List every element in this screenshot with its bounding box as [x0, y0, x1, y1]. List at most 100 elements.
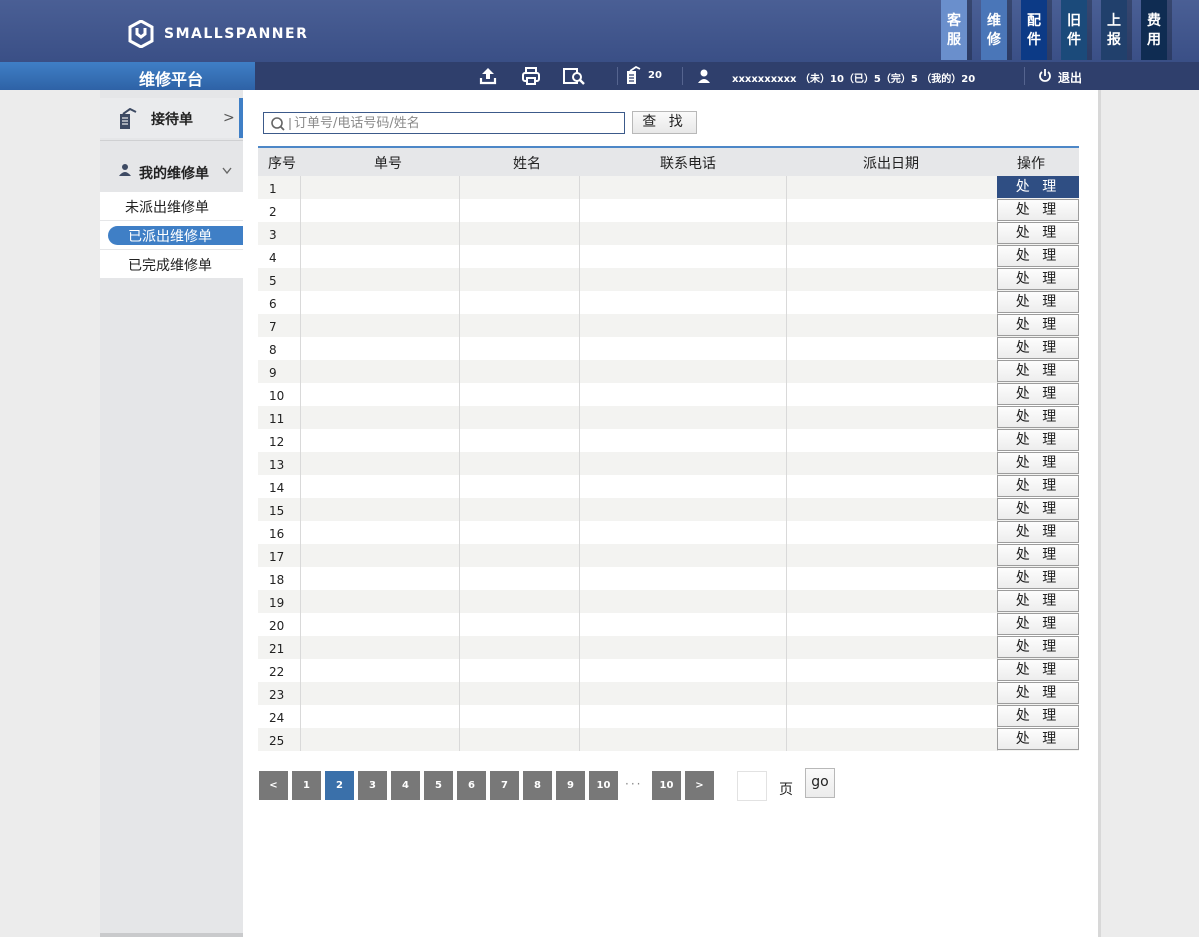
column-divider — [459, 429, 460, 452]
process-button[interactable]: 处 理 — [997, 245, 1079, 267]
column-header-name: 姓名 — [513, 156, 541, 172]
row-index: 14 — [269, 481, 285, 495]
row-index: 15 — [269, 504, 285, 518]
top-header: SMALLSPANNER 客服维修配件旧件上报费用 — [0, 0, 1199, 62]
column-divider — [786, 222, 787, 245]
column-divider — [300, 590, 301, 613]
process-button[interactable]: 处 理 — [997, 544, 1079, 566]
process-button[interactable]: 处 理 — [997, 199, 1079, 221]
brand-tab: 维修平台 — [0, 62, 255, 90]
process-button[interactable]: 处 理 — [997, 406, 1079, 428]
process-button[interactable]: 处 理 — [997, 475, 1079, 497]
page-prev-button[interactable]: < — [259, 771, 288, 800]
page-number-button[interactable]: 5 — [424, 771, 453, 800]
process-button[interactable]: 处 理 — [997, 360, 1079, 382]
column-divider — [786, 544, 787, 567]
page-number-button[interactable]: 3 — [358, 771, 387, 800]
page-last-button[interactable]: 10 — [652, 771, 681, 800]
column-divider — [459, 222, 460, 245]
column-divider — [300, 314, 301, 337]
page-number-button[interactable]: 4 — [391, 771, 420, 800]
process-button[interactable]: 处 理 — [997, 222, 1079, 244]
column-header-dispatch-date: 派出日期 — [863, 156, 919, 172]
nav-tab-char: 件 — [1067, 32, 1081, 48]
process-button[interactable]: 处 理 — [997, 728, 1079, 750]
process-button[interactable]: 处 理 — [997, 383, 1079, 405]
platform-title: 维修平台 — [139, 70, 204, 89]
row-index: 3 — [269, 228, 277, 242]
process-button[interactable]: 处 理 — [997, 613, 1079, 635]
user-icon — [119, 164, 131, 176]
process-button[interactable]: 处 理 — [997, 268, 1079, 290]
process-button[interactable]: 处 理 — [997, 176, 1079, 198]
table-row: 8 处 理 — [258, 337, 1079, 360]
nav-tab-char: 旧 — [1067, 13, 1081, 29]
column-divider — [786, 245, 787, 268]
process-button[interactable]: 处 理 — [997, 636, 1079, 658]
column-divider — [786, 314, 787, 337]
page-next-button[interactable]: > — [685, 771, 714, 800]
column-divider — [300, 222, 301, 245]
process-button[interactable]: 处 理 — [997, 291, 1079, 313]
column-divider — [300, 383, 301, 406]
process-button[interactable]: 处 理 — [997, 429, 1079, 451]
preview-icon[interactable] — [562, 66, 586, 86]
process-button[interactable]: 处 理 — [997, 452, 1079, 474]
sidebar-item-my-orders[interactable]: 我的维修单 — [100, 156, 243, 186]
table-row: 14 处 理 — [258, 475, 1079, 498]
row-index: 11 — [269, 412, 285, 426]
process-button[interactable]: 处 理 — [997, 498, 1079, 520]
go-button[interactable]: go — [805, 768, 835, 798]
page-number-button[interactable]: 10 — [589, 771, 618, 800]
table-row: 13 处 理 — [258, 452, 1079, 475]
process-button[interactable]: 处 理 — [997, 521, 1079, 543]
column-divider — [786, 291, 787, 314]
column-divider — [459, 728, 460, 751]
column-divider — [300, 521, 301, 544]
power-icon[interactable] — [1037, 66, 1053, 86]
page-number-button[interactable]: 8 — [523, 771, 552, 800]
column-divider — [459, 360, 460, 383]
process-button[interactable]: 处 理 — [997, 567, 1079, 589]
search-button[interactable]: 查 找 — [632, 111, 697, 134]
logout-link[interactable]: 退出 — [1058, 69, 1082, 86]
search-field[interactable] — [263, 112, 625, 134]
nav-tab-5[interactable]: 费用 — [1141, 0, 1172, 60]
upload-icon[interactable] — [478, 66, 498, 86]
nav-tab-fold — [967, 0, 972, 60]
nav-tab-0[interactable]: 客服 — [941, 0, 972, 60]
column-divider — [579, 360, 580, 383]
nav-tab-4[interactable]: 上报 — [1101, 0, 1132, 60]
page-number-button[interactable]: 9 — [556, 771, 585, 800]
nav-tab-3[interactable]: 旧件 — [1061, 0, 1092, 60]
process-button[interactable]: 处 理 — [997, 314, 1079, 336]
search-input[interactable] — [294, 115, 614, 131]
page-jump-input[interactable] — [737, 771, 767, 801]
column-divider — [459, 544, 460, 567]
row-index: 25 — [269, 734, 285, 748]
sidebar-subitem[interactable]: 已派出维修单 — [100, 221, 244, 249]
process-button[interactable]: 处 理 — [997, 682, 1079, 704]
nav-tab-char: 用 — [1147, 32, 1161, 48]
nav-tab-1[interactable]: 维修 — [981, 0, 1012, 60]
nav-tab-2[interactable]: 配件 — [1021, 0, 1052, 60]
process-button[interactable]: 处 理 — [997, 590, 1079, 612]
column-divider — [459, 636, 460, 659]
process-button[interactable]: 处 理 — [997, 337, 1079, 359]
page-number-button[interactable]: 6 — [457, 771, 486, 800]
column-divider — [300, 337, 301, 360]
page-number-button[interactable]: 7 — [490, 771, 519, 800]
orders-icon[interactable] — [624, 66, 644, 86]
row-index: 6 — [269, 297, 277, 311]
column-divider — [579, 452, 580, 475]
process-button[interactable]: 处 理 — [997, 659, 1079, 681]
sidebar-item-reception[interactable]: 接待单 > — [100, 98, 243, 138]
search-icon — [271, 117, 291, 131]
sidebar-subitem[interactable]: 未派出维修单 — [100, 192, 243, 220]
process-button[interactable]: 处 理 — [997, 705, 1079, 727]
page-number-button[interactable]: 1 — [292, 771, 321, 800]
page-number-button[interactable]: 2 — [325, 771, 354, 800]
print-icon[interactable] — [521, 66, 541, 86]
sidebar-subitem[interactable]: 已完成维修单 — [100, 250, 243, 278]
column-divider — [786, 360, 787, 383]
